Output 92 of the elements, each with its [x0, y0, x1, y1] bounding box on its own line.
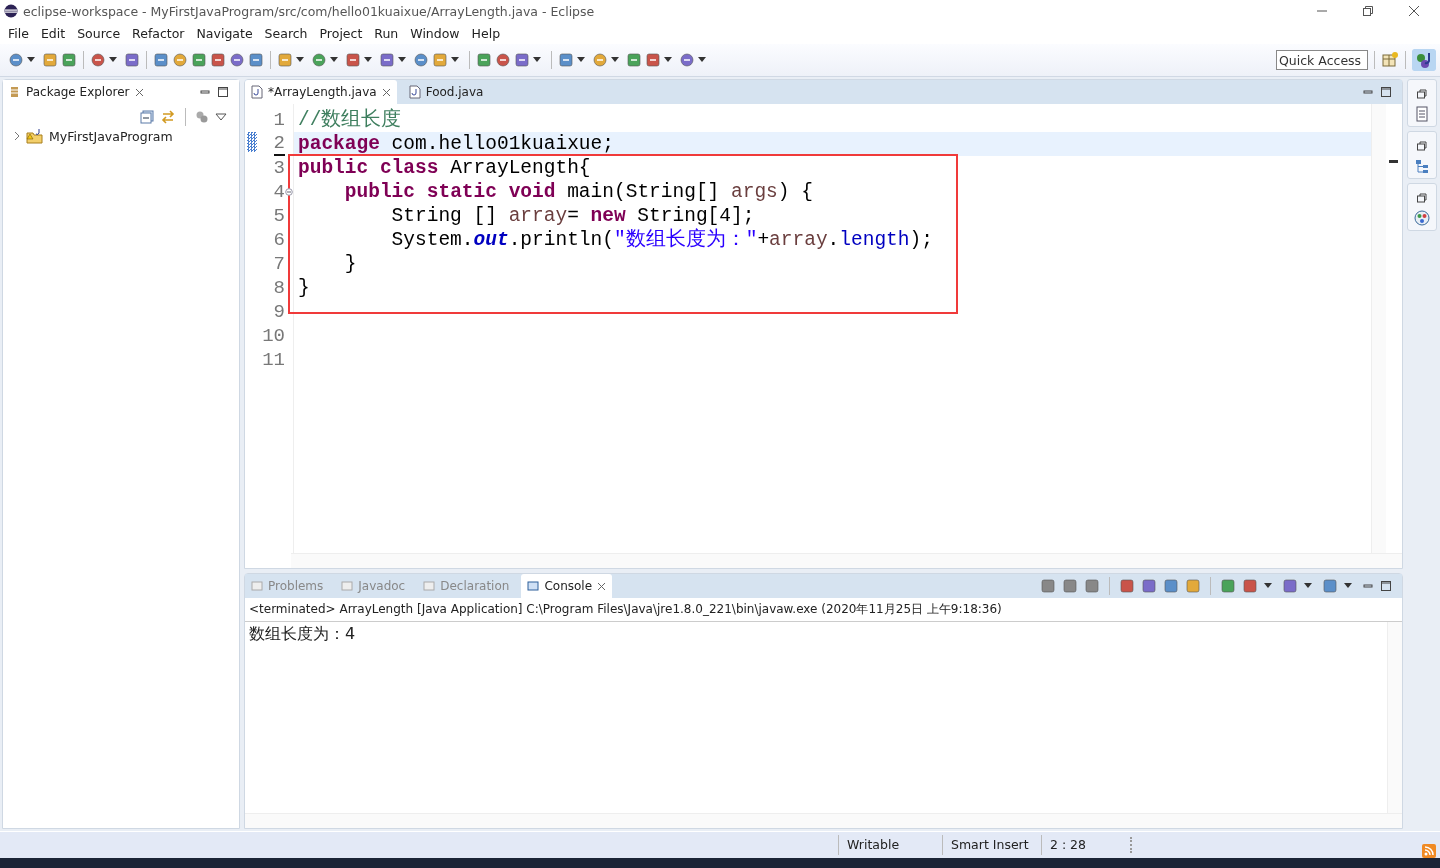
- menu-item[interactable]: Run: [368, 25, 405, 41]
- vertical-scrollbar[interactable]: [1371, 104, 1386, 553]
- close-icon[interactable]: [381, 87, 391, 97]
- feed-icon[interactable]: [1422, 844, 1436, 858]
- code-line: public static void main(String[] args) {: [343, 180, 813, 204]
- dropdown-arrow-icon[interactable]: [664, 57, 672, 63]
- status-field: 2 : 28: [1041, 835, 1130, 855]
- editor-tab[interactable]: Food.java: [402, 80, 490, 104]
- menu-item[interactable]: Search: [258, 25, 314, 41]
- dropdown-arrow-icon[interactable]: [109, 57, 117, 63]
- restore-icon[interactable]: [1416, 192, 1428, 204]
- quick-access-field[interactable]: Quick Access: [1276, 50, 1368, 70]
- line-number: 9: [273, 301, 285, 323]
- change-marker-icon: [247, 132, 257, 152]
- dropdown-arrow-icon[interactable]: [1344, 583, 1352, 589]
- overview-marker-icon: [1389, 160, 1398, 163]
- menu-item[interactable]: Navigate: [190, 25, 259, 41]
- filter-icon[interactable]: [195, 110, 209, 124]
- dropdown-arrow-icon[interactable]: [451, 57, 459, 63]
- dropdown-arrow-icon[interactable]: [398, 57, 406, 63]
- horizontal-scrollbar[interactable]: [291, 553, 1402, 568]
- dropdown-arrow-icon[interactable]: [611, 57, 619, 63]
- code-line: //数组长度: [297, 108, 403, 132]
- line-number: 11: [262, 349, 285, 371]
- line-number: 10: [262, 325, 285, 347]
- restore-icon[interactable]: [1416, 140, 1428, 152]
- expand-caret-icon[interactable]: [13, 131, 21, 141]
- vertical-scrollbar[interactable]: [1387, 622, 1402, 813]
- status-field: Writable: [838, 835, 942, 855]
- view-tab[interactable]: Console: [521, 574, 613, 598]
- close-icon[interactable]: [1408, 5, 1420, 17]
- status-field: Smart Insert: [942, 835, 1041, 855]
- link-arrows-icon[interactable]: [160, 110, 176, 124]
- menu-item[interactable]: Source: [71, 25, 127, 41]
- code-line: String [] array= new String[4];: [390, 204, 755, 228]
- line-number: 4: [273, 181, 285, 203]
- dropdown-arrow-icon[interactable]: [577, 57, 585, 63]
- code-line: }: [343, 252, 357, 276]
- dropdown-arrow-icon[interactable]: [1304, 583, 1312, 589]
- line-number: 7: [273, 253, 285, 275]
- menu-item[interactable]: Window: [404, 25, 466, 41]
- maximize-icon[interactable]: [1380, 580, 1392, 592]
- restore-icon[interactable]: [1362, 5, 1374, 17]
- maximize-icon[interactable]: [1380, 86, 1392, 98]
- editor-tab[interactable]: *ArrayLength.java: [245, 80, 397, 104]
- palette-icon[interactable]: [1414, 210, 1430, 226]
- menu-item[interactable]: Help: [465, 25, 507, 41]
- line-number: 5: [273, 205, 285, 227]
- view-icon: [341, 580, 354, 592]
- project-folder-icon: [26, 128, 44, 144]
- close-icon[interactable]: [134, 87, 144, 97]
- window-title: eclipse-workspace - MyFirstJavaProgram/src/com/hello01kuaixue/ArrayLength.java - Eclipse: [23, 3, 595, 19]
- java-perspective-icon[interactable]: [1412, 49, 1436, 71]
- collapse-all-icon[interactable]: [140, 110, 154, 124]
- line-number: 3: [273, 157, 285, 179]
- java-file-icon: [251, 85, 263, 99]
- eclipse-logo-icon: [4, 4, 18, 18]
- dropdown-arrow-icon[interactable]: [330, 57, 338, 63]
- outline-icon[interactable]: [1415, 158, 1429, 174]
- restore-icon[interactable]: [1416, 88, 1428, 100]
- menu-item[interactable]: Refactor: [126, 25, 191, 41]
- view-icon: [527, 580, 540, 592]
- dropdown-arrow-icon[interactable]: [1264, 583, 1272, 589]
- task-list-icon[interactable]: [1415, 106, 1429, 122]
- java-file-icon: [408, 85, 421, 99]
- project-label: MyFirstJavaProgram: [49, 128, 173, 144]
- dropdown-arrow-icon[interactable]: [533, 57, 541, 63]
- tree-item[interactable]: MyFirstJavaProgram: [3, 128, 239, 144]
- open-perspective-icon[interactable]: [1381, 51, 1399, 69]
- menu-item[interactable]: Edit: [34, 25, 72, 41]
- line-number: 1: [273, 109, 285, 131]
- dropdown-arrow-icon[interactable]: [296, 57, 304, 63]
- fold-icon[interactable]: [285, 188, 293, 196]
- menu-item[interactable]: File: [2, 25, 35, 41]
- console-output: 数组长度为：4: [249, 624, 357, 645]
- line-number: 6: [273, 229, 285, 251]
- code-line: System.out.println("数组长度为："+array.length);: [390, 228, 933, 252]
- menu-item[interactable]: Project: [313, 25, 369, 41]
- console-status: <terminated> ArrayLength [Java Application] C:\Program Files\Java\jre1.8.0_221\bin\javaw.exe (2020年11月25日 上午9:18:36): [245, 598, 1402, 622]
- line-number: 2: [273, 132, 285, 156]
- line-number: 8: [273, 277, 285, 299]
- view-menu-icon[interactable]: [215, 113, 227, 121]
- horizontal-scrollbar[interactable]: [245, 813, 1402, 828]
- close-icon[interactable]: [597, 581, 607, 591]
- code-line: }: [297, 276, 310, 300]
- view-icon: [423, 580, 436, 592]
- dropdown-arrow-icon[interactable]: [364, 57, 372, 63]
- view-icon: [251, 580, 263, 592]
- dropdown-arrow-icon[interactable]: [698, 57, 706, 63]
- code-line: public class ArrayLength{: [297, 156, 591, 180]
- dropdown-arrow-icon[interactable]: [27, 57, 35, 63]
- maximize-icon[interactable]: [217, 86, 229, 98]
